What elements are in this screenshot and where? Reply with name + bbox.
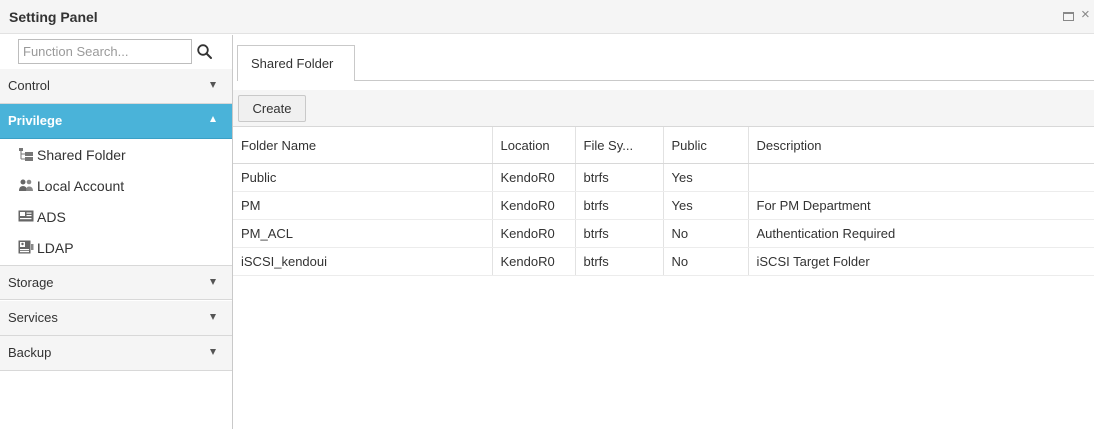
cell-location: KendoR0 <box>492 247 576 276</box>
cell-location: KendoR0 <box>492 191 576 220</box>
cell-folder-name: PM_ACL <box>233 219 493 248</box>
sidebar-section-privilege[interactable]: Privilege <box>0 104 232 139</box>
column-header-description[interactable]: Description <box>748 127 1094 164</box>
sidebar-section-label: Services <box>8 310 58 325</box>
sidebar-section-backup[interactable]: Backup <box>0 336 232 371</box>
function-search-input[interactable] <box>18 39 192 64</box>
cell-location: KendoR0 <box>492 219 576 248</box>
cell-public: No <box>663 247 749 276</box>
cell-description: iSCSI Target Folder <box>748 247 1094 276</box>
sidebar-item-label: LDAP <box>37 240 74 256</box>
cell-file-system: btrfs <box>575 247 664 276</box>
column-header-folder-name[interactable]: Folder Name <box>233 127 493 164</box>
cell-file-system: btrfs <box>575 191 664 220</box>
title-bar: Setting Panel × <box>0 0 1094 34</box>
cell-file-system: btrfs <box>575 219 664 248</box>
sidebar-section-label: Control <box>8 78 50 93</box>
sidebar-section-label: Privilege <box>8 113 63 128</box>
tab-label: Shared Folder <box>251 56 334 71</box>
cell-description: Authentication Required <box>748 219 1094 248</box>
column-header-location[interactable]: Location <box>492 127 576 164</box>
cell-folder-name: iSCSI_kendoui <box>233 247 493 276</box>
sidebar-section-services[interactable]: Services <box>0 301 232 336</box>
cell-file-system: btrfs <box>575 163 664 192</box>
chevron-down-icon <box>210 314 216 320</box>
folder-tree-icon <box>19 148 33 161</box>
sidebar-item-label: Local Account <box>37 178 125 194</box>
grid-header-row: Folder Name Location File Sy... Public D… <box>233 127 1094 164</box>
chevron-down-icon <box>210 349 216 355</box>
chevron-up-icon <box>210 116 216 122</box>
cell-public: No <box>663 219 749 248</box>
column-header-file-system[interactable]: File Sy... <box>575 127 664 164</box>
column-header-public[interactable]: Public <box>663 127 749 164</box>
maximize-icon[interactable] <box>1063 10 1075 22</box>
table-row[interactable]: PM KendoR0 btrfs Yes For PM Department <box>233 191 1094 220</box>
main-content: Shared Folder Create Folder Name Locatio… <box>233 35 1094 429</box>
tab-shared-folder[interactable]: Shared Folder <box>237 45 355 81</box>
sidebar-section-storage[interactable]: Storage <box>0 265 232 300</box>
ldap-icon <box>18 240 34 254</box>
chevron-down-icon <box>210 82 216 88</box>
cell-folder-name: PM <box>233 191 493 220</box>
cell-description: For PM Department <box>748 191 1094 220</box>
search-icon[interactable] <box>196 43 214 61</box>
cell-public: Yes <box>663 191 749 220</box>
chevron-down-icon <box>210 279 216 285</box>
tab-strip-divider <box>355 80 1094 81</box>
cell-description <box>748 163 1094 192</box>
sidebar: Control Privilege Shared Folder Local Ac… <box>0 35 233 429</box>
toolbar: Create <box>233 90 1094 127</box>
sidebar-item-label: Shared Folder <box>37 147 126 163</box>
users-icon <box>19 179 33 191</box>
shared-folder-grid: Folder Name Location File Sy... Public D… <box>233 127 1094 276</box>
sidebar-item-label: ADS <box>37 209 66 225</box>
cell-public: Yes <box>663 163 749 192</box>
window-title: Setting Panel <box>9 9 98 25</box>
sidebar-item-local-account[interactable]: Local Account <box>0 170 232 201</box>
close-icon[interactable]: × <box>1081 7 1093 22</box>
table-row[interactable]: iSCSI_kendoui KendoR0 btrfs No iSCSI Tar… <box>233 247 1094 276</box>
sidebar-item-ldap[interactable]: LDAP <box>0 232 232 263</box>
sidebar-section-label: Storage <box>8 275 54 290</box>
ads-icon <box>18 210 34 222</box>
sidebar-item-shared-folder[interactable]: Shared Folder <box>0 139 232 170</box>
cell-location: KendoR0 <box>492 163 576 192</box>
create-button[interactable]: Create <box>238 95 306 122</box>
cell-folder-name: Public <box>233 163 493 192</box>
table-row[interactable]: PM_ACL KendoR0 btrfs No Authentication R… <box>233 219 1094 248</box>
table-row[interactable]: Public KendoR0 btrfs Yes <box>233 163 1094 192</box>
sidebar-item-ads[interactable]: ADS <box>0 201 232 232</box>
sidebar-section-label: Backup <box>8 345 52 360</box>
sidebar-section-control[interactable]: Control <box>0 69 232 104</box>
